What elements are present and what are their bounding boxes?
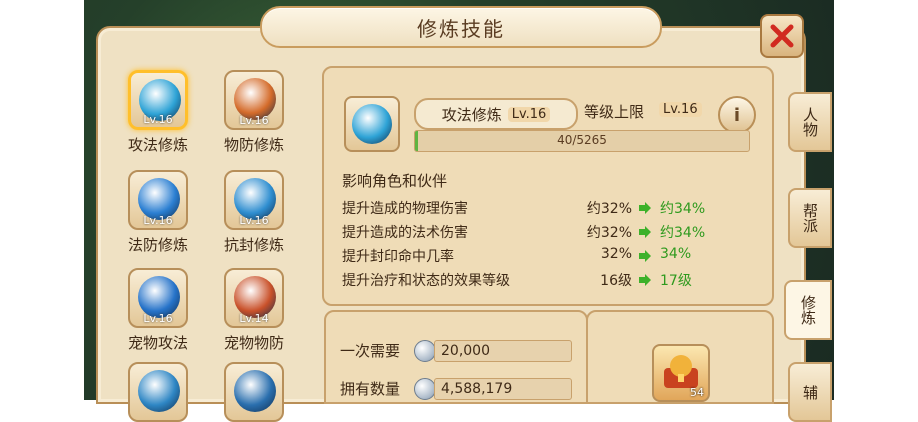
effect-row: 提升封印命中几率 32% 34%: [342, 246, 762, 266]
effect-current-value: 32%: [600, 246, 632, 262]
skill-item-7[interactable]: [118, 362, 198, 422]
attack-magic-skill-icon: Lv.16: [128, 70, 188, 130]
skill-list: Lv.16 攻法修炼 Lv.16 物防修炼 Lv.16 法防修炼 Lv.16 抗…: [118, 70, 308, 422]
skill-item-physical-defense[interactable]: Lv.16 物防修炼: [214, 70, 294, 155]
silver-coin-icon: [414, 378, 436, 400]
silver-coin-icon: [414, 340, 436, 362]
effect-next-value: 17级: [660, 273, 692, 289]
arrow-right-icon: [639, 202, 651, 214]
info-button[interactable]: i: [718, 96, 756, 134]
window-title: 修炼技能: [417, 17, 505, 41]
owned-amount-value: 4,588,179: [434, 378, 572, 400]
item-slot[interactable]: 54: [652, 344, 710, 402]
tab-label: 帮派: [801, 203, 819, 233]
skill-level: Lv.14: [239, 312, 269, 325]
effect-row: 提升造成的物理伤害 约32% 约34%: [342, 198, 762, 218]
info-icon: i: [733, 104, 741, 126]
skill-item-seal-resist[interactable]: Lv.16 抗封修炼: [214, 170, 294, 255]
pet-defense-skill-icon: Lv.14: [224, 268, 284, 328]
skill-name: 宠物物防: [223, 334, 284, 352]
skill-name: 攻法修炼: [127, 136, 188, 154]
effect-current-value: 约32%: [586, 225, 632, 241]
arrow-right-icon: [639, 274, 651, 286]
effects-section-title: 影响角色和伙伴: [342, 172, 448, 190]
close-button[interactable]: [760, 14, 804, 58]
selected-skill-name: 攻法修炼: [441, 105, 502, 124]
skill-name: 法防修炼: [127, 236, 188, 254]
level-cap-value: Lv.16: [659, 102, 702, 117]
skill-item-magic-defense[interactable]: Lv.16 法防修炼: [118, 170, 198, 255]
magic-defense-skill-icon: Lv.16: [128, 170, 188, 230]
skill-level: Lv.16: [143, 113, 173, 126]
skill-name: 宠物攻法: [127, 334, 188, 352]
effect-next-value: 约34%: [660, 225, 706, 241]
arrow-right-icon: [639, 250, 651, 262]
pet-attack-skill-icon: Lv.16: [128, 268, 188, 328]
tab-cultivation[interactable]: 修炼: [784, 280, 832, 340]
selected-skill-icon: [344, 96, 400, 152]
skill-level: Lv.16: [239, 214, 269, 227]
skill-item-pet-defense[interactable]: Lv.14 宠物物防: [214, 268, 294, 353]
effect-label: 提升造成的法术伤害: [342, 225, 468, 241]
item-panel: 54: [586, 310, 774, 404]
effect-current-value: 16级: [600, 273, 632, 289]
skill-name: 物防修炼: [223, 136, 284, 154]
close-icon: [770, 24, 794, 48]
selected-skill-level: Lv.16: [507, 106, 551, 122]
cost-panel: 一次需要 20,000 拥有数量 4,588,179: [324, 310, 588, 404]
effect-label: 提升造成的物理伤害: [342, 201, 468, 217]
skill-level: Lv.16: [143, 214, 173, 227]
skill-item-attack-magic[interactable]: Lv.16 攻法修炼: [118, 70, 198, 155]
effect-current-value: 约32%: [586, 201, 632, 217]
effect-row: 提升造成的法术伤害 约32% 约34%: [342, 222, 762, 242]
skill-level: Lv.16: [239, 114, 269, 127]
orb-glyph-icon: [352, 104, 392, 144]
exp-progress-bar: 40/5265: [414, 130, 750, 152]
tab-assist[interactable]: 辅: [788, 362, 832, 422]
cost-once-value: 20,000: [434, 340, 572, 362]
physical-defense-skill-icon: Lv.16: [224, 70, 284, 130]
skill-name: 抗封修炼: [223, 236, 284, 254]
skill-icon-8: [224, 362, 284, 422]
effect-label: 提升封印命中几率: [342, 249, 454, 265]
effect-row: 提升治疗和状态的效果等级 16级 17级: [342, 270, 762, 290]
skill-icon-7: [128, 362, 188, 422]
skill-detail-panel: 攻法修炼 Lv.16 等级上限 Lv.16 i 40/5265 影响角色和伙伴 …: [322, 66, 774, 306]
selected-skill-name-chip: 攻法修炼 Lv.16: [414, 98, 578, 130]
tab-character[interactable]: 人物: [788, 92, 832, 152]
arrow-right-icon: [639, 226, 651, 238]
skill-item-pet-attack[interactable]: Lv.16 宠物攻法: [118, 268, 198, 353]
effect-next-value: 约34%: [660, 201, 706, 217]
item-count: 54: [690, 386, 704, 399]
skill-level: Lv.16: [143, 312, 173, 325]
tab-label: 辅: [801, 384, 819, 400]
tab-guild[interactable]: 帮派: [788, 188, 832, 248]
tab-label: 修炼: [799, 295, 817, 325]
window-title-bar: 修炼技能: [260, 6, 662, 48]
skill-item-8[interactable]: [214, 362, 294, 422]
effect-next-value: 34%: [660, 246, 692, 262]
cost-once-label: 一次需要: [340, 342, 401, 360]
effect-label: 提升治疗和状态的效果等级: [342, 273, 510, 289]
orb-glyph-icon: [234, 370, 276, 412]
tab-label: 人物: [801, 107, 819, 137]
owned-amount-label: 拥有数量: [340, 380, 401, 398]
level-cap-label: 等级上限: [584, 103, 645, 121]
seal-resist-skill-icon: Lv.16: [224, 170, 284, 230]
exp-progress-text: 40/5265: [557, 133, 607, 147]
orb-glyph-icon: [138, 370, 180, 412]
